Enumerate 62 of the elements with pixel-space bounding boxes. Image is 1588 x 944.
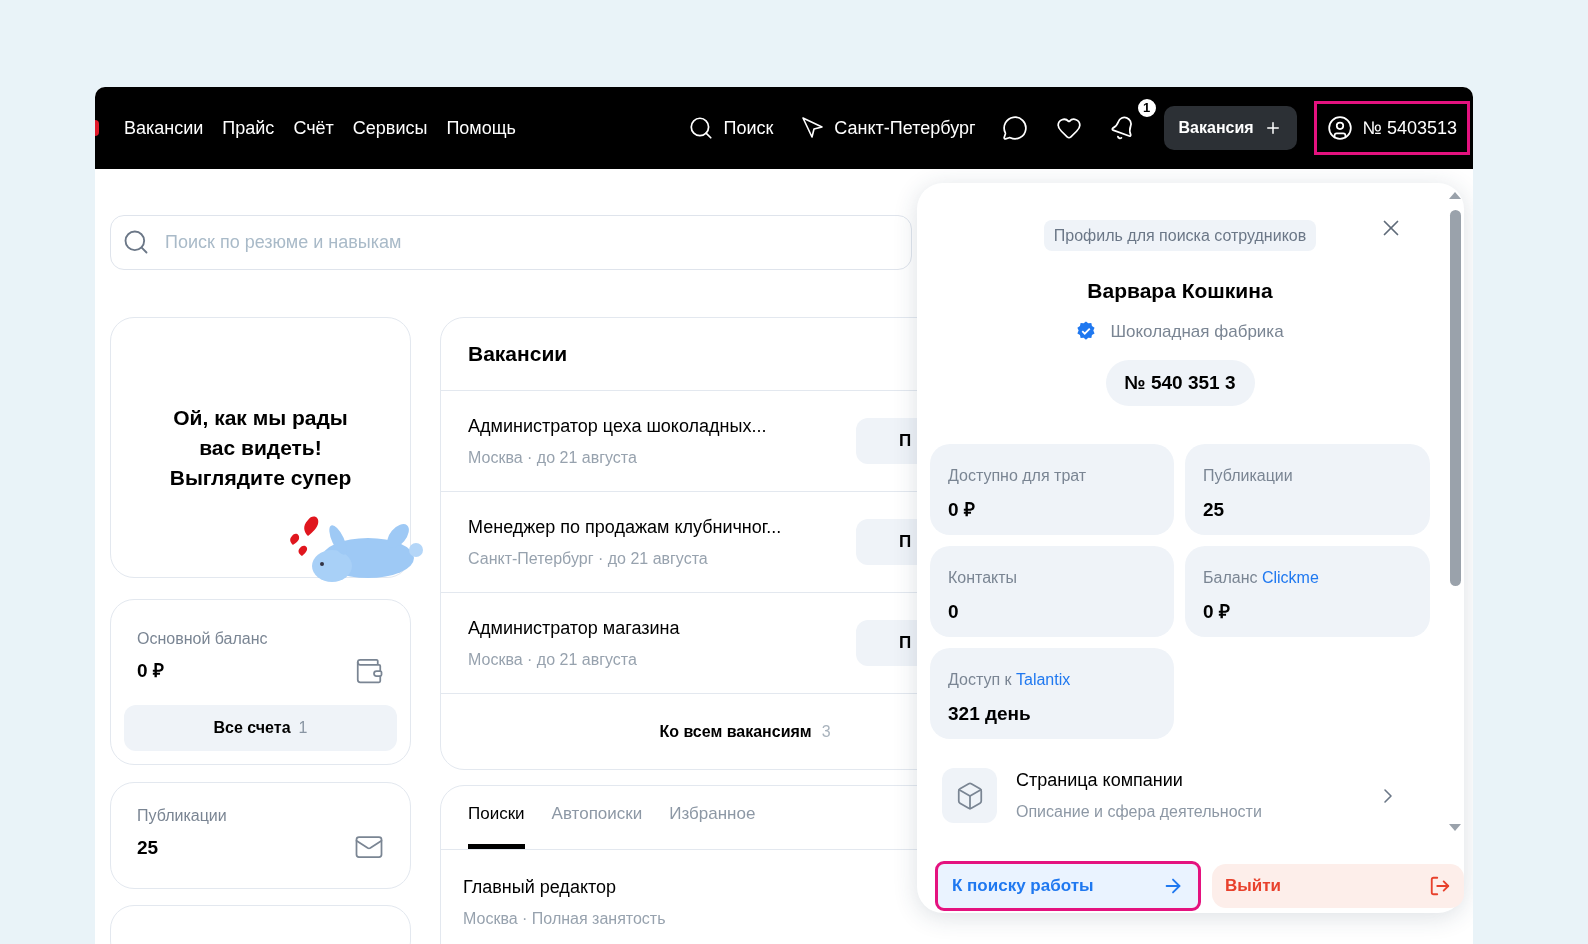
nav-link[interactable]: Счёт	[293, 114, 334, 142]
stat-label: Доступ к Talantix	[948, 670, 1072, 690]
scrollbar-up-icon	[1449, 192, 1461, 199]
all-accounts-button[interactable]: Все счета 1	[124, 704, 397, 751]
vacancy-meta: Москва · до 21 августа	[468, 447, 638, 468]
company-page-title: Страница компании	[1016, 769, 1184, 792]
profile-number: № 540 351 3	[1105, 360, 1255, 406]
accounts-count: 1	[298, 717, 308, 738]
logout-button[interactable]: Выйти	[1212, 864, 1464, 908]
stat-value: 0 ₽	[1203, 600, 1231, 624]
vacancy-meta: Санкт-Петербург · до 21 августа	[468, 548, 709, 569]
search-link[interactable]: Поиск	[688, 114, 774, 142]
stat-value: 0 ₽	[948, 498, 976, 522]
nav-link[interactable]: Сервисы	[352, 114, 428, 142]
stat-label: Баланс Clickme	[1203, 568, 1320, 588]
company-name: Шоколадная фабрика	[1110, 320, 1284, 343]
publications-value: 25	[137, 835, 160, 860]
vacancy-action-button[interactable]: П	[856, 519, 917, 565]
search-title[interactable]: Главный редактор	[463, 874, 917, 901]
search-icon	[122, 228, 150, 256]
stat-value: 0	[948, 600, 960, 624]
location-arrow-icon	[801, 116, 826, 140]
city-link[interactable]: Санкт-Петербург	[801, 114, 976, 142]
vacancy-title[interactable]: Менеджер по продажам клубничног...	[468, 513, 856, 541]
vacancy-action-button[interactable]: П	[856, 418, 917, 464]
publications-label: Публикации	[137, 805, 227, 826]
stat-value: 321 день	[948, 702, 1032, 726]
balance-label: Основной баланс	[137, 629, 268, 649]
company-page-subtitle: Описание и сфера деятельности	[1016, 802, 1263, 822]
stat-value: 25	[1203, 498, 1226, 522]
profile-role-badge: Профиль для поиска сотрудников	[1043, 220, 1317, 251]
notification-badge: 1	[1135, 97, 1158, 119]
vacancy-title[interactable]: Администратор цеха шоколадных...	[468, 412, 856, 440]
search-field[interactable]: Поиск по резюме и навыкам	[110, 215, 912, 270]
vacancy-title[interactable]: Администратор магазина	[468, 614, 856, 642]
nav-link[interactable]: Вакансии	[124, 114, 204, 142]
company-page-link[interactable]: Страница компании Описание и сфера деятельности	[930, 767, 1420, 824]
user-icon	[1326, 115, 1353, 141]
vacancies-count: 3	[821, 721, 831, 742]
search-meta: Москва · Полная занятость	[463, 909, 667, 929]
tab[interactable]: Поиски	[468, 800, 525, 849]
scrollbar-thumb[interactable]	[1450, 210, 1461, 586]
heart-icon[interactable]	[1055, 115, 1082, 141]
profile-name: Варвара Кошкина	[1087, 278, 1273, 304]
stat-label: Публикации	[1203, 466, 1294, 486]
nav-link[interactable]: Помощь	[446, 114, 516, 142]
vacancy-action-button[interactable]: П	[856, 620, 917, 666]
job-search-button[interactable]: К поиску работы	[938, 864, 1198, 908]
scrollbar-down-icon	[1449, 824, 1461, 831]
greeting-text: Ой, как мы рады вас видеть! Выглядите супер	[169, 404, 352, 491]
balance-value: 0 ₽	[137, 659, 165, 683]
create-vacancy-button[interactable]: Вакансия	[1163, 106, 1297, 150]
nav-link[interactable]: Прайс	[222, 114, 275, 142]
logo-icon	[95, 120, 99, 136]
stat-label: Доступно для трат	[948, 466, 1088, 486]
all-vacancies-link[interactable]: Ко всем вакансиям	[659, 719, 812, 744]
logout-icon	[1429, 875, 1451, 897]
vacancy-meta: Москва · до 21 августа	[468, 649, 638, 670]
stat-label: Контакты	[948, 568, 1019, 588]
account-button[interactable]: № 5403513	[1316, 104, 1467, 152]
chat-icon[interactable]	[1001, 115, 1028, 141]
search-icon	[688, 115, 715, 141]
